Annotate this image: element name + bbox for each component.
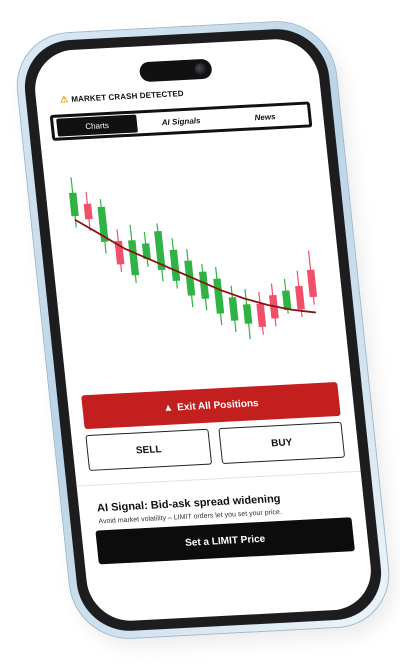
- warning-icon: ⚠: [59, 94, 69, 105]
- status-banner-text: MARKET CRASH DETECTED: [70, 89, 185, 104]
- trade-buttons: SELL BUY: [85, 421, 346, 471]
- candle-down: [306, 269, 318, 298]
- candle-up: [242, 304, 253, 324]
- candle-down: [256, 303, 267, 328]
- set-limit-price-button[interactable]: Set a LIMIT Price: [95, 517, 355, 565]
- tab-charts[interactable]: Charts: [56, 114, 138, 137]
- trend-line: [74, 219, 316, 314]
- exit-all-label: Exit All Positions: [176, 397, 260, 413]
- status-banner: ⚠ MARKET CRASH DETECTED: [60, 88, 185, 105]
- tab-news[interactable]: News: [224, 106, 306, 128]
- buy-button[interactable]: BUY: [218, 421, 346, 464]
- tab-ai-signals[interactable]: AI Signals: [140, 110, 222, 132]
- candle-up: [169, 249, 181, 281]
- candle-down: [83, 203, 93, 220]
- candle-down: [295, 285, 305, 310]
- tab-bar: Charts AI Signals News: [49, 101, 313, 141]
- candle-up: [128, 240, 140, 276]
- sell-button[interactable]: SELL: [85, 428, 213, 471]
- phone-screen: ⚠ MARKET CRASH DETECTED Charts AI Signal…: [31, 37, 375, 623]
- phone-mockup: ⚠ MARKET CRASH DETECTED Charts AI Signal…: [12, 19, 394, 641]
- phone-body: ⚠ MARKET CRASH DETECTED Charts AI Signal…: [19, 26, 387, 634]
- candle-up: [228, 297, 239, 321]
- dynamic-island: [138, 58, 213, 83]
- price-chart: [41, 135, 350, 387]
- candle-up: [68, 192, 79, 217]
- divider: [76, 470, 361, 487]
- candle-up: [282, 290, 292, 311]
- warning-icon: ▲: [162, 402, 174, 414]
- candlestick-chart: [68, 177, 318, 340]
- candle-up: [213, 278, 225, 314]
- camera-icon: [194, 62, 208, 76]
- exit-all-positions-button[interactable]: ▲ Exit All Positions: [81, 381, 341, 430]
